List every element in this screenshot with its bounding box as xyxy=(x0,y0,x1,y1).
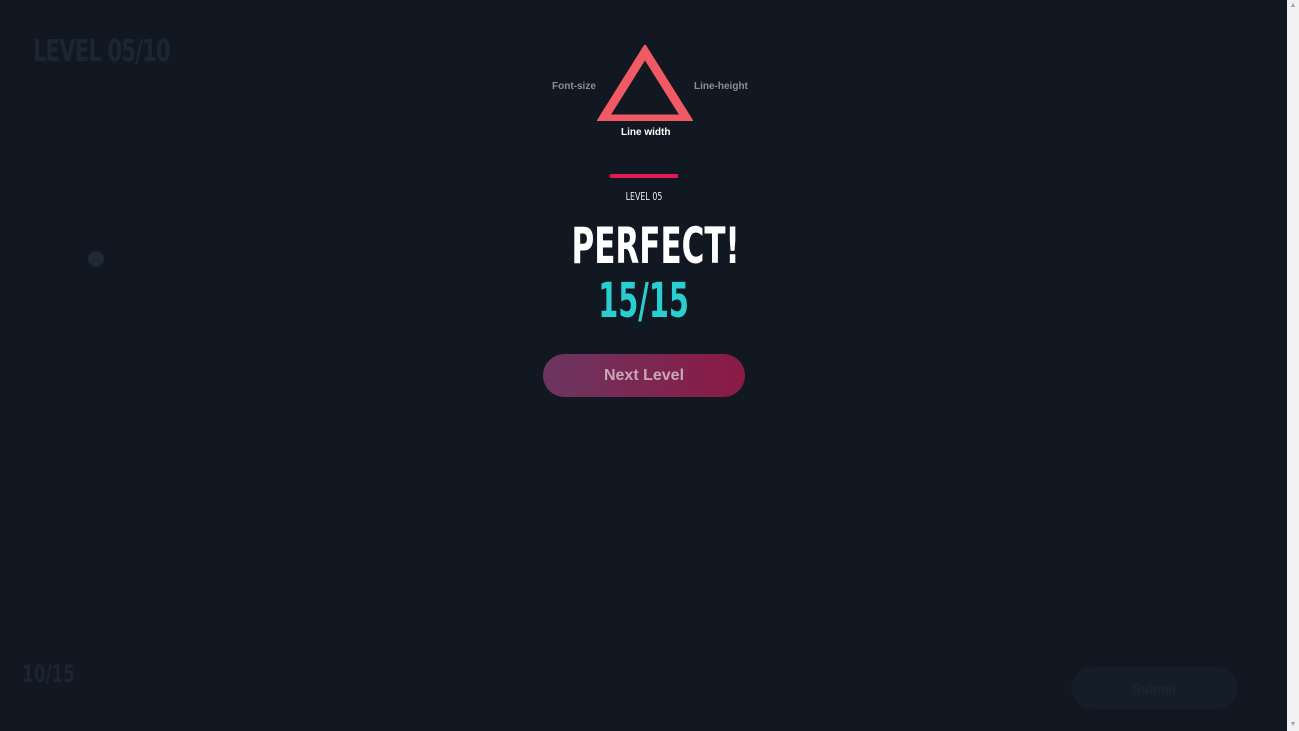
scroll-down-arrow-icon[interactable]: ▼ xyxy=(1287,719,1299,731)
background-score: 10/15 xyxy=(22,660,75,688)
result-score: 15/15 xyxy=(598,273,690,329)
background-submit-button: Submit xyxy=(1071,667,1238,709)
background-control-row xyxy=(36,183,39,197)
next-level-button[interactable]: Next Level xyxy=(543,354,745,397)
line-width-label: Line width xyxy=(621,127,671,138)
background-level-title: LEVEL 05/10 xyxy=(33,34,171,69)
background-description xyxy=(33,82,273,100)
result-title: PERFECT! xyxy=(571,217,740,275)
font-size-label: Font-size xyxy=(552,81,596,92)
scroll-up-arrow-icon[interactable]: ▲ xyxy=(1287,0,1299,12)
line-height-label: Line-height xyxy=(694,81,748,92)
background-control-row xyxy=(36,150,39,164)
vertical-scrollbar[interactable]: ▲ ▼ xyxy=(1287,0,1299,731)
result-modal: Font-size Line-height Line width LEVEL 0… xyxy=(520,40,768,420)
background-slider-knob xyxy=(88,251,104,267)
accent-divider xyxy=(610,174,678,178)
background-control-row xyxy=(36,218,39,232)
background-control-row xyxy=(36,308,39,322)
game-stage: LEVEL 05/10 10/15 Submit Font-size Line-… xyxy=(0,0,1287,731)
level-label: LEVEL 05 xyxy=(625,190,663,203)
triangle-outline-icon xyxy=(594,43,696,124)
